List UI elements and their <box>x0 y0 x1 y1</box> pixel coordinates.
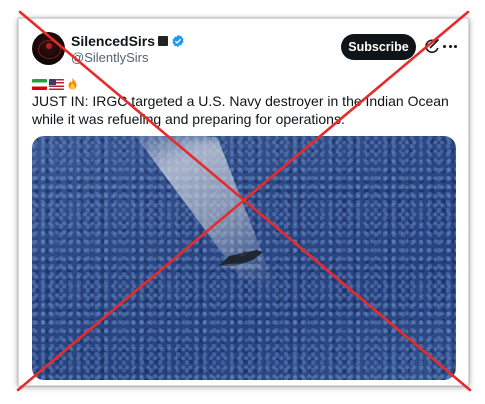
emoji-row <box>32 77 79 91</box>
verified-badge-icon <box>172 34 184 48</box>
author-name-row: SilencedSirs <box>71 33 185 49</box>
fire-icon <box>68 77 77 90</box>
tweet-media-image[interactable] <box>32 136 456 380</box>
grok-icon[interactable] <box>424 38 440 54</box>
subscribe-button[interactable]: Subscribe <box>341 34 416 60</box>
avatar[interactable] <box>32 32 65 65</box>
tweet-card: SilencedSirs @SilentlySirs Subscribe JUS… <box>18 18 469 386</box>
more-options-icon[interactable] <box>443 45 457 49</box>
display-name[interactable]: SilencedSirs <box>71 33 155 49</box>
user-handle[interactable]: @SilentlySirs <box>71 50 149 65</box>
us-flag-icon <box>49 78 64 90</box>
iran-flag-icon <box>32 78 47 90</box>
black-square-emoji <box>158 36 169 46</box>
tweet-text: JUST IN: IRGC targeted a U.S. Navy destr… <box>32 93 449 127</box>
ship-silhouette <box>219 250 263 269</box>
